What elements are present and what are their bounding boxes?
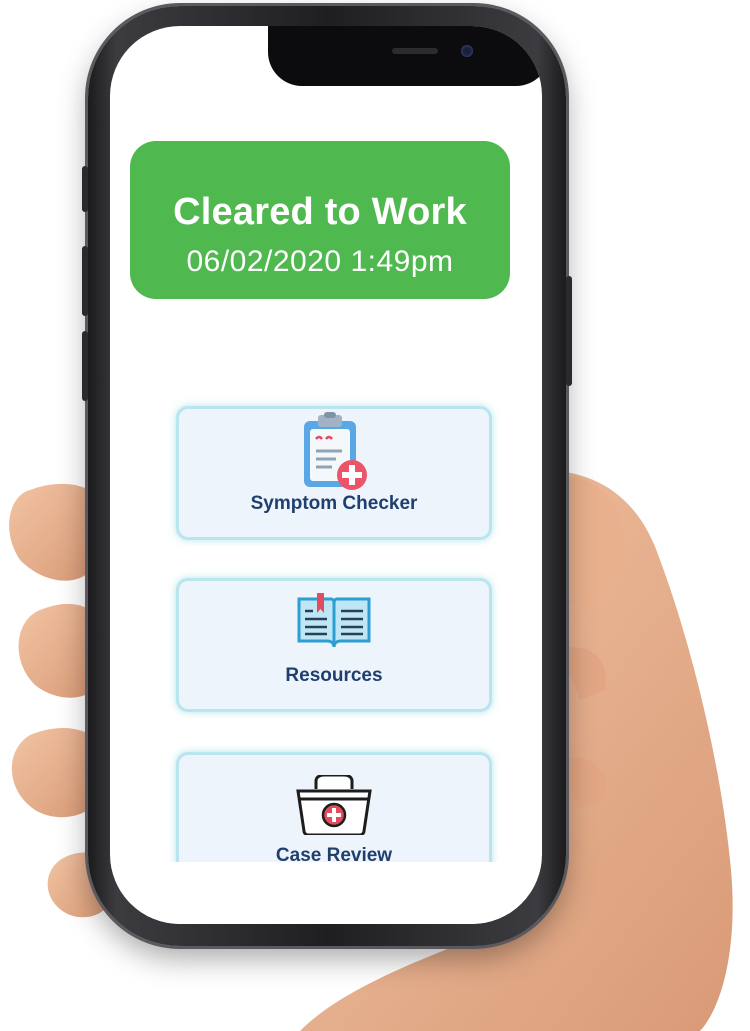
case-review-button[interactable]: Case Review (176, 752, 492, 867)
symptom-checker-label: Symptom Checker (250, 493, 418, 514)
front-camera (461, 45, 473, 57)
side-button (82, 166, 88, 212)
resources-label: Resources (285, 665, 383, 686)
medical-basket-icon (294, 773, 374, 837)
speaker-grille (392, 48, 438, 54)
resources-button[interactable]: Resources (176, 578, 492, 712)
screen-bottom-area (110, 862, 542, 924)
status-timestamp: 06/02/2020 1:49pm (186, 245, 454, 278)
volume-down-button (82, 331, 88, 401)
open-book-icon (293, 587, 375, 653)
clipboard-medical-icon (296, 411, 372, 495)
volume-up-button (82, 246, 88, 316)
power-button (566, 276, 572, 386)
phone-screen: Cleared to Work 06/02/2020 1:49pm Sympto… (110, 26, 542, 924)
status-card: Cleared to Work 06/02/2020 1:49pm (130, 141, 510, 299)
notch (268, 26, 542, 86)
status-title: Cleared to Work (173, 191, 467, 233)
symptom-checker-button[interactable]: Symptom Checker (176, 406, 492, 540)
